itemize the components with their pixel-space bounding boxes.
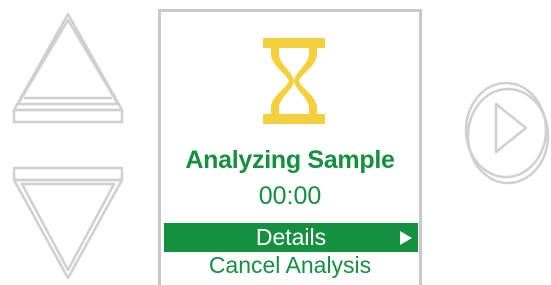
menu-item-label: Details: [255, 224, 327, 250]
menu-item-cancel-analysis[interactable]: Cancel Analysis: [161, 252, 419, 279]
triangle-up-icon: [12, 12, 124, 124]
chevron-right-icon: [400, 231, 412, 245]
play-icon: [464, 81, 550, 185]
hourglass-icon: [263, 38, 325, 124]
status-title: Analyzing Sample: [185, 146, 395, 174]
up-button[interactable]: [8, 8, 132, 126]
elapsed-timer: 00:00: [258, 182, 322, 210]
play-button[interactable]: [462, 78, 551, 188]
device-screen: Analyzing Sample 00:00 Details Cancel An…: [158, 9, 422, 285]
menu-item-details[interactable]: Details: [164, 223, 418, 252]
triangle-down-icon: [12, 166, 124, 280]
down-button[interactable]: [8, 166, 132, 284]
